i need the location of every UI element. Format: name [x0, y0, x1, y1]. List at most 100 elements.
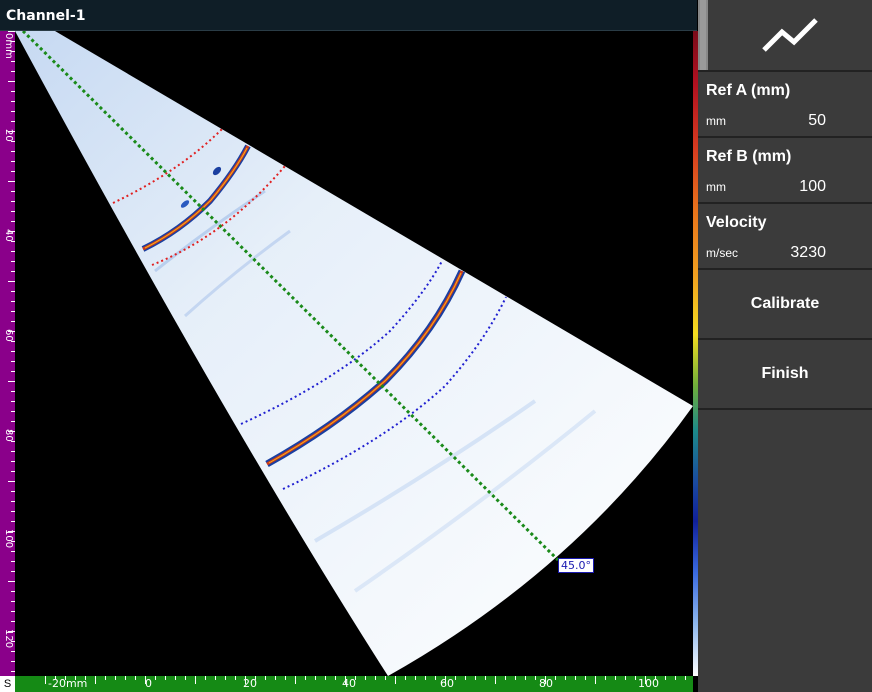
- index-ruler-tick: [505, 676, 506, 680]
- index-ruler-tick: [295, 676, 296, 684]
- ref-a-unit: mm: [706, 114, 726, 128]
- index-ruler-tick: [585, 676, 586, 680]
- depth-ruler-tick: [8, 31, 15, 32]
- index-ruler-tick: [375, 676, 376, 680]
- index-ruler-label: -20mm: [48, 677, 88, 690]
- depth-ruler-tick: [8, 81, 15, 82]
- velocity-value[interactable]: 3230: [790, 244, 826, 262]
- depth-ruler-tick: [8, 331, 15, 332]
- index-ruler-tick: [305, 676, 306, 680]
- line-chart-icon: [762, 18, 818, 52]
- index-ruler-tick: [45, 676, 46, 684]
- chart-mode-button[interactable]: [698, 0, 872, 72]
- index-ruler-tick: [415, 676, 416, 680]
- index-ruler-tick: [525, 676, 526, 680]
- index-ruler-tick: [255, 676, 256, 680]
- index-ruler-tick: [315, 676, 316, 680]
- index-ruler-tick: [515, 676, 516, 680]
- index-ruler-tick: [55, 676, 56, 680]
- ref-b-unit: mm: [706, 180, 726, 194]
- index-ruler-tick: [595, 676, 596, 684]
- sector-scan-view[interactable]: [15, 29, 695, 676]
- index-ruler-tick: [575, 676, 576, 680]
- index-ruler-tick: [135, 676, 136, 680]
- index-ruler-tick: [685, 676, 686, 680]
- index-ruler-tick: [485, 676, 486, 680]
- index-ruler-tick: [675, 676, 676, 680]
- index-ruler-tick: [555, 676, 556, 680]
- index-ruler-tick: [425, 676, 426, 680]
- index-ruler-tick: [665, 676, 666, 680]
- ref-b-field[interactable]: Ref B (mm) mm 100: [698, 138, 872, 204]
- index-ruler-tick: [365, 676, 366, 680]
- finish-button[interactable]: Finish: [698, 340, 872, 410]
- index-ruler-tick: [645, 676, 646, 684]
- index-ruler-tick: [75, 676, 76, 680]
- index-ruler-tick: [355, 676, 356, 680]
- index-ruler-tick: [85, 676, 86, 680]
- depth-ruler-tick: [8, 631, 15, 632]
- index-ruler-tick: [205, 676, 206, 680]
- index-ruler-label: 0: [145, 677, 152, 690]
- index-ruler-tick: [655, 676, 656, 680]
- calibration-panel: Ref A (mm) mm 50 Ref B (mm) mm 100 Veloc…: [698, 0, 872, 692]
- index-ruler-tick: [95, 676, 96, 684]
- index-ruler-tick: [105, 676, 106, 680]
- calibrate-button[interactable]: Calibrate: [698, 270, 872, 340]
- index-ruler-tick: [175, 676, 176, 680]
- depth-ruler-tick: [8, 181, 15, 182]
- angle-label: 45.0°: [558, 558, 594, 573]
- index-ruler-tick: [265, 676, 266, 680]
- depth-ruler: 0mm 20 40 60 80 100 120: [0, 31, 15, 676]
- index-ruler-label: 80: [539, 677, 553, 690]
- index-ruler: -20mm 0 20 40 60 80 100: [15, 676, 693, 692]
- channel-title: Channel-1: [6, 8, 86, 24]
- ref-a-name: Ref A (mm): [706, 82, 791, 99]
- depth-ruler-tick: [8, 531, 15, 532]
- index-ruler-tick: [125, 676, 126, 680]
- index-ruler-tick: [195, 676, 196, 684]
- index-ruler-tick: [495, 676, 496, 684]
- index-ruler-tick: [445, 676, 446, 684]
- index-ruler-tick: [625, 676, 626, 680]
- velocity-unit: m/sec: [706, 246, 739, 260]
- index-ruler-tick: [385, 676, 386, 680]
- index-ruler-tick: [545, 676, 546, 684]
- index-ruler-tick: [165, 676, 166, 680]
- ref-a-value[interactable]: 50: [808, 112, 826, 130]
- index-ruler-tick: [395, 676, 396, 684]
- index-ruler-tick: [275, 676, 276, 680]
- ruler-corner: S: [0, 676, 15, 692]
- ref-a-field[interactable]: Ref A (mm) mm 50: [698, 72, 872, 138]
- index-ruler-tick: [405, 676, 406, 680]
- sector-scan-svg: [15, 29, 693, 676]
- index-ruler-tick: [455, 676, 456, 680]
- index-ruler-tick: [225, 676, 226, 680]
- channel-title-bar: Channel-1: [0, 0, 697, 31]
- index-ruler-tick: [155, 676, 156, 680]
- index-ruler-tick: [605, 676, 606, 680]
- index-ruler-tick: [535, 676, 536, 680]
- ref-b-value[interactable]: 100: [799, 178, 826, 196]
- index-ruler-tick: [145, 676, 146, 684]
- index-ruler-tick: [475, 676, 476, 680]
- depth-ruler-tick: [8, 231, 15, 232]
- index-ruler-tick: [335, 676, 336, 680]
- index-ruler-tick: [635, 676, 636, 680]
- velocity-name: Velocity: [706, 214, 767, 231]
- index-ruler-tick: [185, 676, 186, 680]
- index-ruler-tick: [245, 676, 246, 684]
- depth-ruler-tick: [8, 481, 15, 482]
- depth-ruler-tick: [8, 381, 15, 382]
- depth-ruler-tick: [8, 581, 15, 582]
- index-ruler-tick: [465, 676, 466, 680]
- ref-b-name: Ref B (mm): [706, 148, 792, 165]
- index-ruler-tick: [115, 676, 116, 680]
- index-ruler-label: 60: [440, 677, 454, 690]
- index-ruler-tick: [235, 676, 236, 680]
- index-ruler-tick: [565, 676, 566, 680]
- index-ruler-tick: [65, 676, 66, 680]
- index-ruler-tick: [215, 676, 216, 680]
- depth-ruler-tick: [8, 431, 15, 432]
- velocity-field[interactable]: Velocity m/sec 3230: [698, 204, 872, 270]
